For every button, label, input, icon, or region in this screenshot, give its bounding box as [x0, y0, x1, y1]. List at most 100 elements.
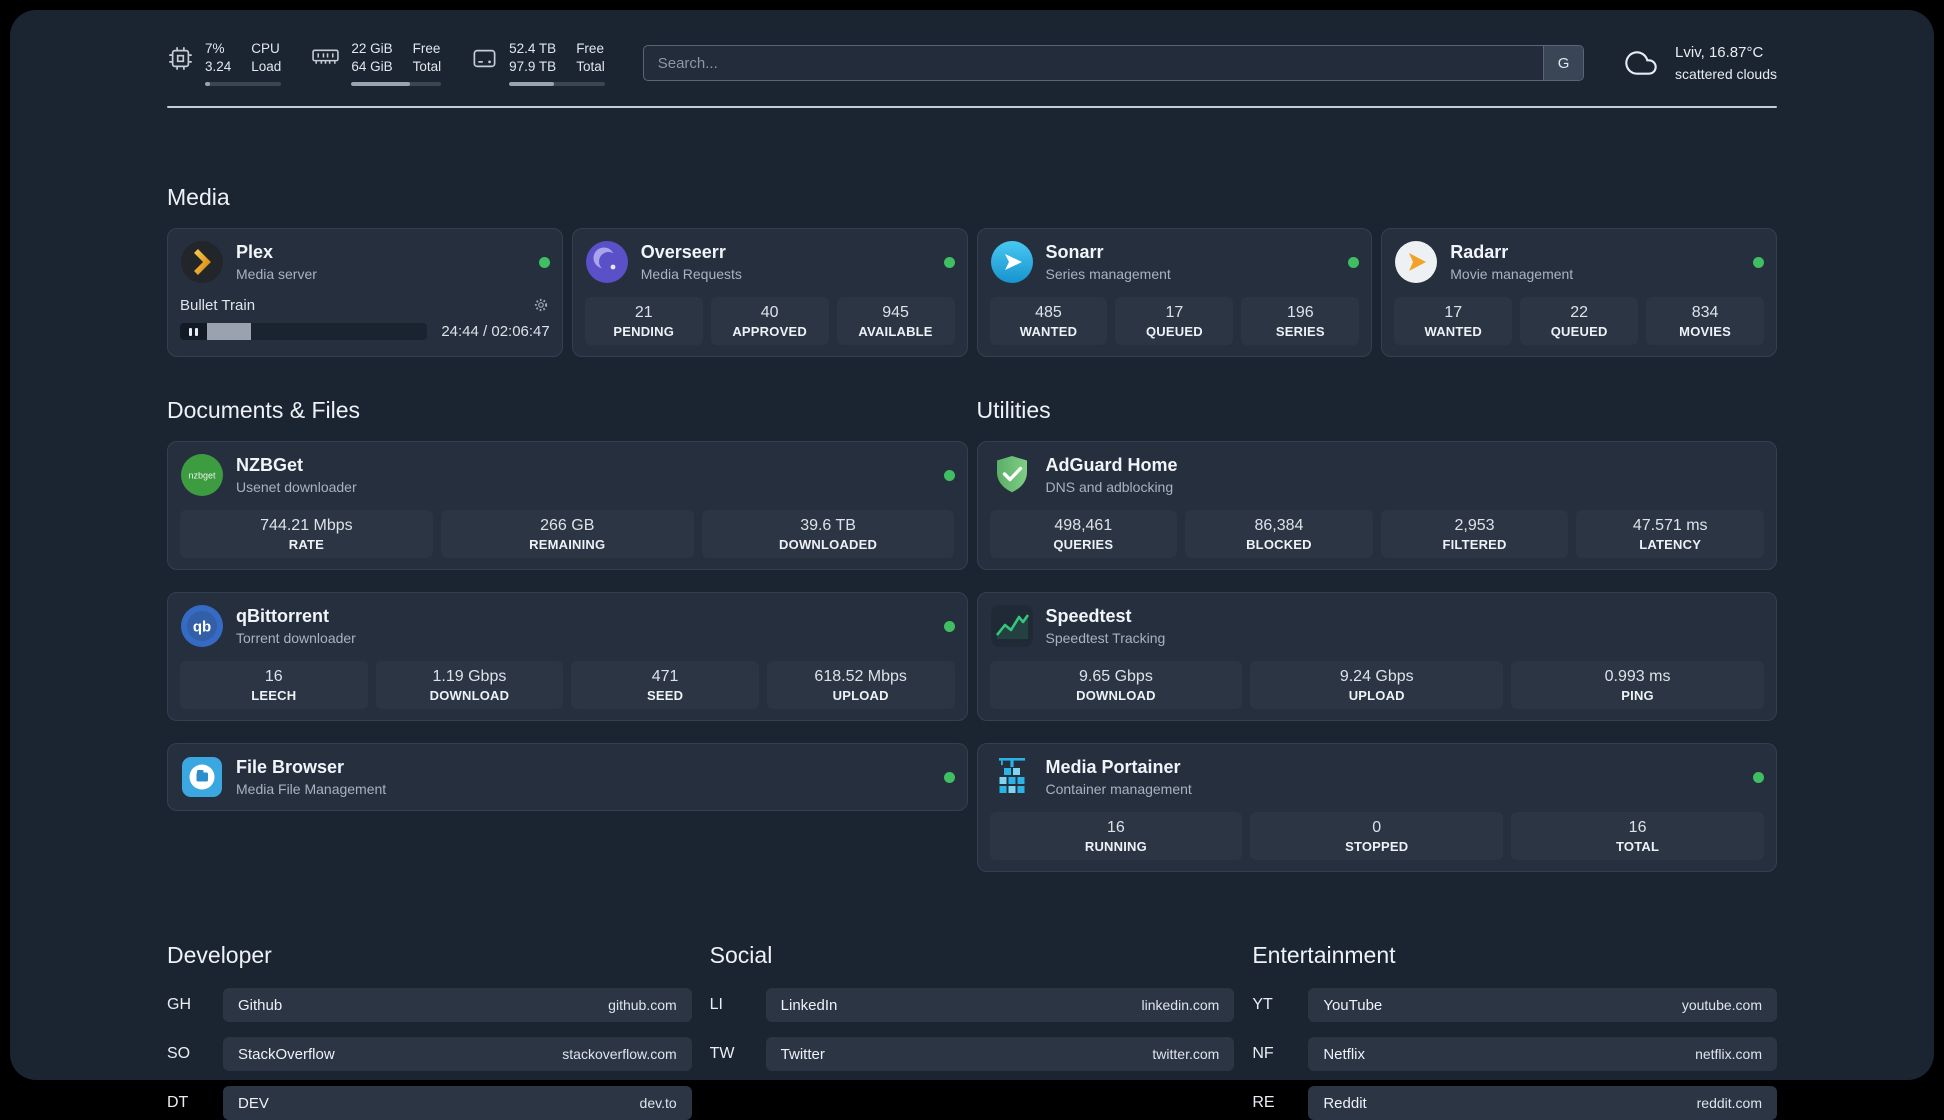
stat-tile: 471 SEED	[571, 661, 759, 710]
section-title-social: Social	[709, 942, 773, 969]
app-subtitle: Torrent downloader	[236, 629, 356, 646]
developer-column: Developer GH Github github.com SO StackO…	[167, 942, 692, 1120]
qbittorrent-card[interactable]: qb qBittorrent Torrent downloader 16 LEE…	[167, 592, 968, 722]
link-abbr: RE	[1252, 1094, 1275, 1112]
stat-tile: 618.52 Mbps UPLOAD	[766, 661, 955, 710]
app-name: Radarr	[1450, 242, 1509, 263]
link-abbr: SO	[167, 1045, 191, 1063]
stat-tile: 196 SERIES	[1241, 297, 1360, 346]
app-subtitle: Series management	[1045, 265, 1171, 282]
link-row-reddit[interactable]: RE Reddit reddit.com	[1252, 1086, 1777, 1120]
media-progress-bar[interactable]	[207, 323, 428, 341]
stat-label: DOWNLOAD	[1076, 688, 1156, 704]
stat-tile: 266 GB REMAINING	[440, 510, 694, 559]
cloud-icon	[1625, 51, 1657, 75]
section-title-utilities: Utilities	[976, 397, 1051, 424]
adguard-icon	[990, 453, 1034, 497]
stat-label: QUERIES	[1053, 537, 1114, 553]
stat-tile: 22 QUEUED	[1520, 297, 1639, 346]
svg-text:nzbget: nzbget	[188, 471, 216, 481]
stat-value: 1.19 Gbps	[432, 668, 507, 686]
speedtest-icon	[990, 604, 1034, 648]
link-row-linkedin[interactable]: LI LinkedIn linkedin.com	[710, 988, 1235, 1023]
plex-icon	[180, 240, 224, 284]
app-subtitle: Media server	[236, 265, 317, 282]
link-abbr: TW	[709, 1045, 735, 1063]
link-domain: linkedin.com	[1141, 997, 1220, 1014]
search-bar: G	[642, 45, 1585, 82]
disk-free: 52.4 TB	[509, 41, 557, 56]
link-name: Reddit	[1323, 1094, 1367, 1112]
stat-value: 16	[1628, 819, 1647, 837]
adguard-card[interactable]: AdGuard Home DNS and adblocking 498,461 …	[976, 441, 1777, 571]
weather-widget: Lviv, 16.87°C scattered clouds	[1620, 42, 1777, 84]
stat-tile: 485 WANTED	[989, 297, 1108, 346]
stat-value: 17	[1444, 304, 1463, 322]
stat-value: 485	[1035, 304, 1062, 322]
stat-tile: 0 STOPPED	[1250, 812, 1504, 861]
link-row-dev[interactable]: DT DEV dev.to	[167, 1086, 692, 1120]
status-dot	[943, 771, 955, 783]
status-dot	[1348, 256, 1360, 268]
google-search-button[interactable]: G	[1543, 46, 1584, 81]
stat-value: 16	[1107, 819, 1125, 837]
link-row-twitter[interactable]: TW Twitter twitter.com	[709, 1037, 1235, 1072]
playback-time: 24:44 / 02:06:47	[441, 323, 550, 341]
stat-label: APPROVED	[732, 324, 807, 340]
link-row-youtube[interactable]: YT YouTube youtube.com	[1252, 988, 1777, 1023]
overseerr-card[interactable]: Overseerr Media Requests 21 PENDING 40 A…	[571, 228, 968, 358]
stat-label: FILTERED	[1442, 537, 1507, 553]
link-name: Netflix	[1323, 1045, 1366, 1063]
app-subtitle: Media File Management	[236, 780, 387, 797]
stat-tile: 0.993 ms PING	[1511, 661, 1764, 710]
stat-value: 266 GB	[540, 517, 595, 535]
link-abbr: GH	[167, 996, 191, 1014]
link-name: LinkedIn	[780, 996, 838, 1014]
app-name: Sonarr	[1045, 242, 1104, 263]
status-dot	[943, 469, 955, 481]
radarr-card[interactable]: Radarr Movie management 17 WANTED 22 QUE…	[1381, 228, 1777, 358]
link-abbr: DT	[167, 1094, 189, 1112]
stat-tile: 39.6 TB DOWNLOADED	[701, 510, 955, 559]
nzbget-card[interactable]: nzbget NZBGet Usenet downloader 744.21 M…	[167, 441, 968, 571]
search-input[interactable]	[642, 45, 1585, 82]
link-row-netflix[interactable]: NF Netflix netflix.com	[1252, 1037, 1777, 1072]
section-title-media: Media	[167, 184, 230, 211]
stat-label: UPLOAD	[1348, 688, 1405, 704]
cpu-widget: 7% 3.24 CPU Load	[167, 40, 282, 87]
stat-value: 498,461	[1054, 517, 1113, 535]
stat-value: 21	[634, 304, 653, 322]
filebrowser-card[interactable]: File Browser Media File Management	[167, 743, 968, 812]
app-name: NZBGet	[236, 455, 303, 476]
section-title-documents: Documents & Files	[167, 397, 361, 424]
pause-button[interactable]	[180, 323, 207, 341]
settings-gear-icon[interactable]	[532, 296, 550, 314]
memory-icon	[312, 49, 340, 64]
section-title-entertainment: Entertainment	[1252, 942, 1396, 969]
cpu-label: CPU	[251, 41, 280, 56]
stat-label: WANTED	[1019, 324, 1078, 340]
stat-tile: 9.65 Gbps DOWNLOAD	[989, 661, 1243, 710]
link-row-stackoverflow[interactable]: SO StackOverflow stackoverflow.com	[167, 1037, 692, 1072]
plex-card[interactable]: Plex Media server Bullet Train 24:44 / 0…	[167, 228, 563, 358]
app-name: Overseerr	[640, 242, 726, 263]
link-domain: dev.to	[639, 1095, 677, 1112]
disk-label-2: Total	[576, 59, 605, 75]
stat-value: 9.65 Gbps	[1079, 668, 1153, 686]
stat-label: WANTED	[1424, 324, 1482, 340]
dashboard: 7% 3.24 CPU Load 22 GiB 64 GiB Free Tota…	[10, 10, 1934, 1120]
stat-tile: 1.19 Gbps DOWNLOAD	[375, 661, 564, 710]
weather-condition: scattered clouds	[1675, 65, 1777, 82]
status-dot	[943, 620, 955, 632]
stat-tile: 47.571 ms LATENCY	[1576, 510, 1764, 559]
cpu-icon	[169, 47, 192, 70]
stat-value: 9.24 Gbps	[1339, 668, 1414, 686]
stat-value: 86,384	[1254, 517, 1304, 535]
entertainment-column: Entertainment YT YouTube youtube.com NF …	[1252, 942, 1777, 1120]
sonarr-card[interactable]: Sonarr Series management 485 WANTED 17 Q…	[976, 228, 1373, 358]
link-row-github[interactable]: GH Github github.com	[167, 988, 692, 1023]
portainer-card[interactable]: Media Portainer Container management 16 …	[976, 743, 1777, 873]
speedtest-card[interactable]: Speedtest Speedtest Tracking 9.65 Gbps D…	[976, 592, 1777, 722]
stat-value: 945	[882, 304, 909, 322]
app-subtitle: Container management	[1045, 780, 1192, 797]
